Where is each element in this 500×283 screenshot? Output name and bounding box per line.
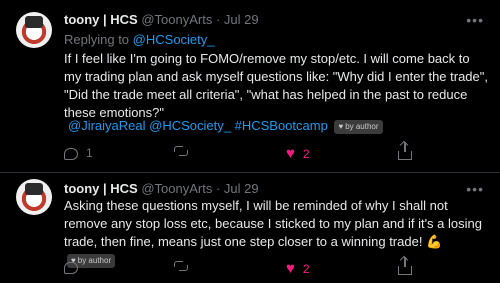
retweet-button[interactable] xyxy=(174,146,196,156)
badge-label: by author xyxy=(345,121,379,131)
mention-link[interactable]: @HCSociety_ xyxy=(149,118,231,133)
handle[interactable]: @ToonyArts xyxy=(141,12,212,27)
retweet-button[interactable] xyxy=(174,261,196,271)
tweet-text-content: Asking these questions myself, I will be… xyxy=(64,198,482,249)
avatar[interactable] xyxy=(16,12,52,48)
like-button[interactable]: ♥ 2 xyxy=(286,146,310,162)
share-button[interactable] xyxy=(398,257,412,275)
tweet[interactable]: toony | HCS @ToonyArts · Jul 29 ••• Repl… xyxy=(0,0,500,173)
mention-link[interactable]: @JiraiyaReal xyxy=(68,118,146,133)
heart-icon: ♥ xyxy=(286,145,295,162)
reply-button[interactable]: 1 xyxy=(64,146,93,160)
handle[interactable]: @ToonyArts xyxy=(141,181,212,196)
heart-icon: ♥ xyxy=(286,260,295,277)
display-name[interactable]: toony | HCS xyxy=(64,181,138,196)
share-icon xyxy=(398,257,412,275)
retweet-icon xyxy=(174,261,188,271)
heart-icon: ♥ xyxy=(338,121,344,131)
more-icon[interactable]: ••• xyxy=(466,12,484,28)
reply-icon xyxy=(64,262,78,274)
hashtag-link[interactable]: #HCSBootcamp xyxy=(235,118,328,133)
action-bar: ♥ 2 xyxy=(64,257,488,277)
timestamp[interactable]: Jul 29 xyxy=(224,12,259,27)
tweet-text: If I feel like I'm going to FOMO/remove … xyxy=(64,51,488,120)
display-name[interactable]: toony | HCS xyxy=(64,12,138,27)
tweet-header: toony | HCS @ToonyArts · Jul 29 xyxy=(64,181,259,196)
like-button[interactable]: ♥ 2 xyxy=(286,261,310,277)
tweet-tags: @JiraiyaReal @HCSociety_ #HCSBootcamp ♥ b… xyxy=(68,118,383,134)
tweet-header: toony | HCS @ToonyArts · Jul 29 xyxy=(64,12,259,27)
action-bar: 1 ♥ 2 xyxy=(64,142,488,162)
more-icon[interactable]: ••• xyxy=(466,181,484,197)
reply-mention[interactable]: @HCSociety_ xyxy=(133,32,215,47)
reply-icon xyxy=(64,147,78,160)
separator: · xyxy=(215,12,221,27)
separator: · xyxy=(215,181,221,196)
tweet[interactable]: toony | HCS @ToonyArts · Jul 29 ••• Aski… xyxy=(0,173,500,283)
liked-by-author-badge: ♥ by author xyxy=(334,119,383,134)
reply-prefix: Replying to xyxy=(64,32,130,47)
reply-count: 1 xyxy=(86,146,93,160)
avatar[interactable] xyxy=(16,179,52,215)
reply-context: Replying to @HCSociety_ xyxy=(64,32,215,47)
like-count: 2 xyxy=(302,147,310,161)
tweet-text: Asking these questions myself, I will be… xyxy=(64,197,488,269)
like-count: 2 xyxy=(302,262,310,276)
share-button[interactable] xyxy=(398,142,412,160)
retweet-icon xyxy=(174,146,188,156)
flexed-biceps-icon: 💪 xyxy=(426,234,443,249)
share-icon xyxy=(398,142,412,160)
timestamp[interactable]: Jul 29 xyxy=(224,181,259,196)
reply-button[interactable] xyxy=(64,261,86,274)
